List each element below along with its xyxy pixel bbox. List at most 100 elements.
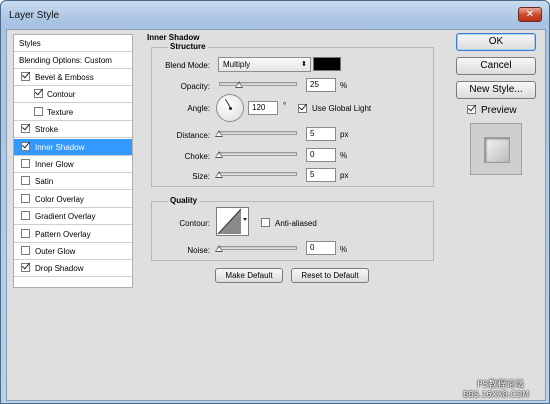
style-item[interactable]: Inner Shadow: [14, 138, 132, 156]
style-item[interactable]: Stroke: [14, 121, 132, 139]
new-style-button[interactable]: New Style...: [456, 81, 536, 99]
window-title: Layer Style: [9, 10, 60, 21]
noise-slider[interactable]: [219, 246, 297, 250]
blend-mode-label: Blend Mode:: [165, 61, 210, 70]
use-global-light-checkbox[interactable]: [298, 104, 307, 113]
contour-picker[interactable]: [216, 207, 249, 236]
style-item-checkbox[interactable]: [21, 263, 30, 273]
style-item-checkbox[interactable]: [21, 159, 30, 168]
preview-label: Preview: [481, 105, 517, 116]
styles-list: Styles Blending Options: Custom Bevel & …: [13, 34, 133, 288]
style-item[interactable]: Contour: [14, 86, 132, 104]
size-label: Size:: [192, 172, 210, 181]
noise-input[interactable]: 0: [306, 241, 336, 255]
chevron-down-icon: ⬍: [301, 61, 307, 68]
shadow-color-swatch[interactable]: [313, 57, 341, 71]
noise-slider-thumb[interactable]: [215, 245, 223, 252]
choke-input[interactable]: 0: [306, 148, 336, 162]
blend-mode-value: Multiply: [223, 60, 251, 69]
style-item-checkbox[interactable]: [21, 193, 30, 203]
cancel-button[interactable]: Cancel: [456, 57, 536, 75]
opacity-input[interactable]: 25: [306, 78, 336, 92]
use-global-light-label: Use Global Light: [312, 104, 372, 113]
reset-to-default-button[interactable]: Reset to Default: [291, 268, 369, 283]
style-item[interactable]: Satin: [14, 173, 132, 191]
style-item-checkbox[interactable]: [21, 246, 30, 255]
distance-slider-thumb[interactable]: [215, 130, 223, 137]
distance-slider[interactable]: [219, 131, 297, 135]
choke-slider-thumb[interactable]: [215, 151, 223, 158]
close-button[interactable]: ✕: [518, 7, 542, 22]
style-item-checkbox[interactable]: [21, 211, 30, 221]
style-preview-thumbnail: [470, 123, 522, 175]
style-item-checkbox[interactable]: [21, 141, 30, 151]
style-item-label: Inner Glow: [35, 160, 74, 169]
style-item[interactable]: Texture: [14, 104, 132, 121]
blending-options-label: Blending Options: Custom: [19, 56, 112, 65]
styles-header[interactable]: Styles: [14, 35, 132, 52]
style-item[interactable]: Color Overlay: [14, 191, 132, 208]
style-item[interactable]: Drop Shadow: [14, 260, 132, 278]
choke-unit: %: [340, 151, 348, 160]
opacity-slider-thumb[interactable]: [234, 81, 243, 88]
style-item[interactable]: Bevel & Emboss: [14, 69, 132, 86]
watermark-line-1: PS教程论坛: [477, 380, 525, 390]
angle-dial[interactable]: [216, 94, 244, 122]
style-item-label: Outer Glow: [35, 247, 76, 256]
size-slider-thumb[interactable]: [215, 171, 223, 178]
distance-unit: px: [340, 130, 349, 139]
opacity-slider[interactable]: [219, 82, 297, 86]
size-input[interactable]: 5: [306, 168, 336, 182]
angle-unit: °: [283, 101, 287, 110]
style-item[interactable]: Outer Glow: [14, 243, 132, 260]
anti-aliased-label: Anti-aliased: [275, 219, 317, 228]
style-item-label: Contour: [47, 90, 76, 100]
style-item-checkbox[interactable]: [21, 228, 30, 238]
angle-label: Angle:: [187, 104, 210, 113]
style-item-checkbox[interactable]: [34, 106, 43, 116]
noise-unit: %: [340, 245, 348, 254]
style-item[interactable]: Inner Glow: [14, 156, 132, 173]
opacity-label: Opacity:: [180, 82, 210, 91]
quality-title: Quality: [168, 196, 200, 205]
style-item-label: Texture: [47, 107, 74, 117]
style-item-label: Satin: [35, 177, 54, 187]
opacity-unit: %: [340, 81, 348, 90]
structure-title: Structure: [168, 42, 208, 51]
blending-options-item[interactable]: Blending Options: Custom: [14, 52, 132, 69]
style-item-checkbox[interactable]: [21, 72, 30, 81]
size-unit: px: [340, 171, 349, 180]
blend-mode-select[interactable]: Multiply ⬍: [218, 57, 311, 72]
close-icon: ✕: [525, 9, 535, 20]
preview-swatch: [484, 137, 510, 163]
distance-input[interactable]: 5: [306, 127, 336, 141]
style-item-checkbox[interactable]: [34, 89, 43, 99]
style-item-label: Bevel & Emboss: [35, 73, 94, 82]
anti-aliased-checkbox[interactable]: [261, 218, 270, 227]
style-item-label: Inner Shadow: [35, 142, 85, 152]
size-slider[interactable]: [219, 172, 297, 176]
contour-label: Contour:: [179, 219, 210, 228]
section-title: Inner Shadow: [147, 33, 200, 42]
choke-slider[interactable]: [219, 152, 297, 156]
angle-center-dot: [229, 107, 232, 110]
ok-button[interactable]: OK: [456, 33, 536, 51]
styles-header-label: Styles: [19, 39, 41, 48]
contour-curve-icon: [217, 208, 247, 235]
style-item[interactable]: Pattern Overlay: [14, 226, 132, 243]
style-item[interactable]: Gradient Overlay: [14, 208, 132, 226]
angle-input[interactable]: 120: [248, 101, 278, 115]
title-bar[interactable]: Layer Style ✕: [1, 1, 549, 29]
distance-label: Distance:: [176, 131, 210, 140]
noise-label: Noise:: [187, 246, 210, 255]
choke-label: Choke:: [184, 152, 210, 161]
style-item-label: Stroke: [35, 125, 59, 135]
style-item-label: Color Overlay: [35, 194, 84, 204]
style-item-checkbox[interactable]: [21, 176, 30, 186]
style-item-checkbox[interactable]: [21, 124, 30, 134]
style-item-label: Drop Shadow: [35, 264, 84, 274]
make-default-button[interactable]: Make Default: [215, 268, 283, 283]
watermark-line-2: BBS.16XX8.COM: [463, 390, 530, 399]
preview-checkbox[interactable]: [467, 105, 476, 114]
style-item-label: Gradient Overlay: [35, 212, 96, 222]
